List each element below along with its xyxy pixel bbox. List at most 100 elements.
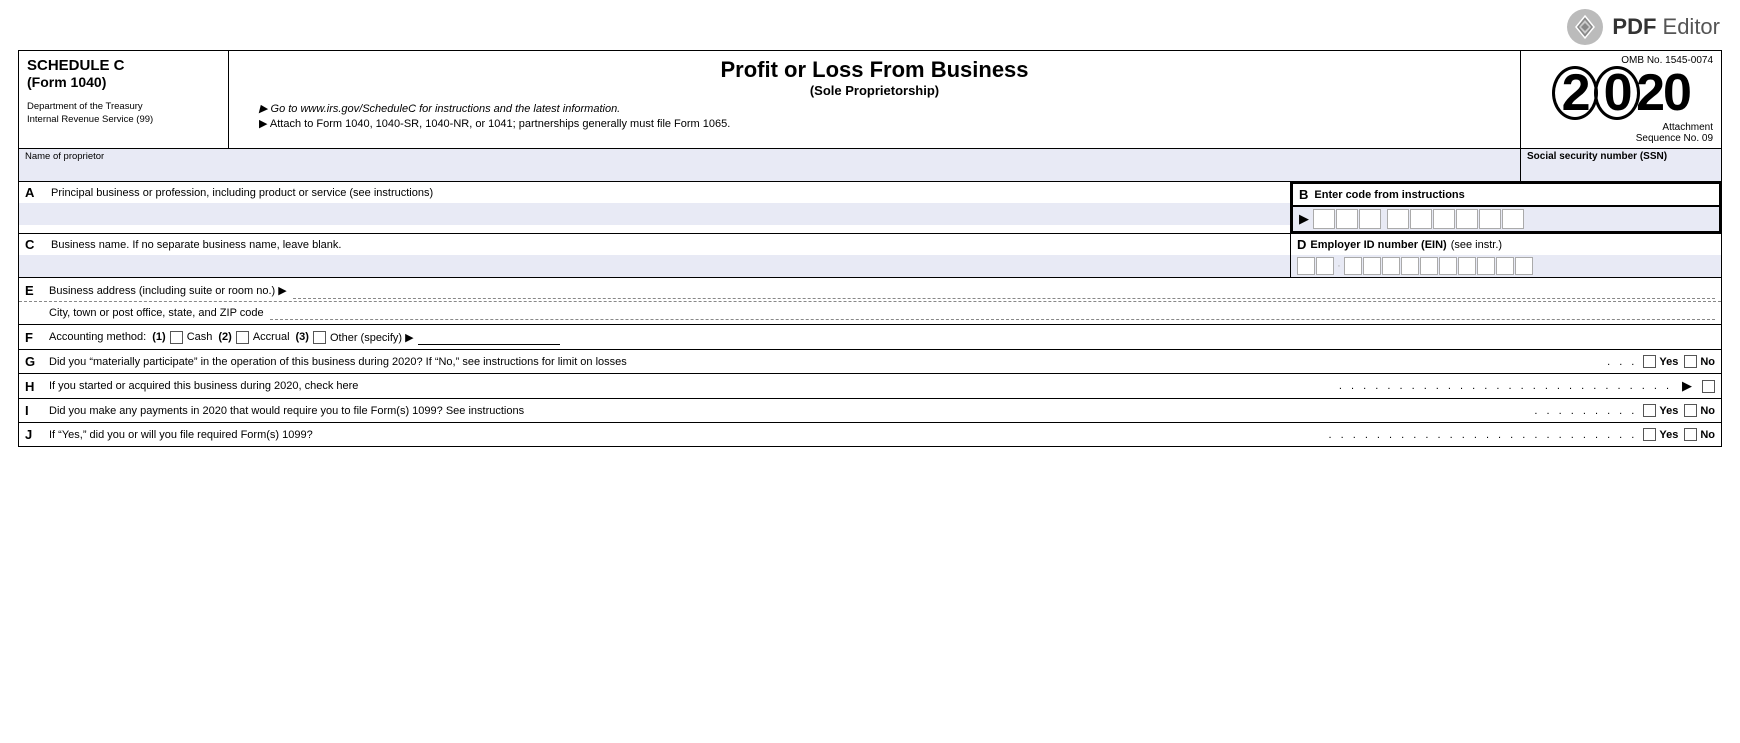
- field-h-letter: H: [25, 379, 43, 394]
- g-yes-checkbox[interactable]: [1643, 355, 1656, 368]
- method1-item: (1) Cash: [152, 331, 212, 344]
- address-text-input[interactable]: [293, 281, 1715, 293]
- row-e-address: E Business address (including suite or r…: [19, 278, 1721, 302]
- j-no-item: No: [1684, 428, 1715, 441]
- code-box-7[interactable]: [1456, 209, 1478, 229]
- row-e: E Business address (including suite or r…: [19, 278, 1721, 325]
- method1-checkbox[interactable]: [170, 331, 183, 344]
- ein-box-10[interactable]: [1477, 257, 1495, 275]
- attachment-text: Attachment Sequence No. 09: [1529, 122, 1713, 144]
- name-field-label: Name of proprietor: [25, 151, 1514, 162]
- field-c-input-area: [19, 255, 1290, 277]
- ein-box-9[interactable]: [1458, 257, 1476, 275]
- field-b-arrow: ▶: [1299, 211, 1309, 227]
- field-c-text-input[interactable]: [25, 257, 1284, 275]
- field-b-letter: B: [1299, 187, 1308, 202]
- method3-num: (3): [296, 331, 309, 343]
- method3-checkbox[interactable]: [313, 331, 326, 344]
- j-yes-item: Yes: [1643, 428, 1678, 441]
- h-arrow: ▶: [1682, 378, 1692, 394]
- ssn-input[interactable]: [1527, 164, 1715, 176]
- other-text-input[interactable]: [418, 329, 560, 341]
- code-box-6[interactable]: [1433, 209, 1455, 229]
- field-f-label: Accounting method:: [49, 331, 146, 343]
- ein-box-4[interactable]: [1363, 257, 1381, 275]
- g-no-checkbox[interactable]: [1684, 355, 1697, 368]
- form-number: (Form 1040): [27, 74, 220, 90]
- ssn-field-label: Social security number (SSN): [1527, 151, 1715, 162]
- i-yes-checkbox[interactable]: [1643, 404, 1656, 417]
- ein-box-5[interactable]: [1382, 257, 1400, 275]
- ein-box-11[interactable]: [1496, 257, 1514, 275]
- ein-box-3[interactable]: [1344, 257, 1362, 275]
- code-box-2[interactable]: [1336, 209, 1358, 229]
- method3-label: Other (specify) ▶: [330, 331, 414, 344]
- field-c-label-row: C Business name. If no separate business…: [19, 234, 1290, 255]
- field-d-boxes-row: ·: [1291, 255, 1721, 277]
- g-no-item: No: [1684, 355, 1715, 368]
- i-no-item: No: [1684, 404, 1715, 417]
- code-box-8[interactable]: [1479, 209, 1501, 229]
- code-box-1[interactable]: [1313, 209, 1335, 229]
- field-d-label: Employer ID number (EIN): [1310, 239, 1446, 251]
- row-i: I Did you make any payments in 2020 that…: [19, 399, 1721, 423]
- h-dots: . . . . . . . . . . . . . . . . . . . . …: [1339, 380, 1672, 392]
- pdf-editor-bar: PDF Editor: [0, 0, 1740, 50]
- method2-checkbox[interactable]: [236, 331, 249, 344]
- code-box-4[interactable]: [1387, 209, 1409, 229]
- name-input[interactable]: [25, 164, 1514, 176]
- g-yes-item: Yes: [1643, 355, 1678, 368]
- row-h: H If you started or acquired this busine…: [19, 374, 1721, 399]
- pdf-editor-logo: PDF Editor: [1566, 8, 1720, 46]
- ein-box-6[interactable]: [1401, 257, 1419, 275]
- field-a-input-area: [19, 203, 1290, 225]
- code-box-5[interactable]: [1410, 209, 1432, 229]
- row-j: J If “Yes,” did you or will you file req…: [19, 423, 1721, 446]
- ein-box-12[interactable]: [1515, 257, 1533, 275]
- row-g: G Did you “materially participate” in th…: [19, 350, 1721, 374]
- ein-box-7[interactable]: [1420, 257, 1438, 275]
- i-yes-no: Yes No: [1643, 404, 1715, 417]
- field-d-instr: (see instr.): [1451, 239, 1502, 251]
- i-yes-label: Yes: [1659, 405, 1678, 417]
- name-ssn-row: Name of proprietor Social security numbe…: [19, 149, 1721, 182]
- h-checkbox[interactable]: [1702, 380, 1715, 393]
- field-c-letter: C: [25, 237, 43, 252]
- code-box-9[interactable]: [1502, 209, 1524, 229]
- page: PDF Editor SCHEDULE C (Form 1040) Depart…: [0, 0, 1740, 743]
- j-no-checkbox[interactable]: [1684, 428, 1697, 441]
- city-text-input[interactable]: [270, 307, 1715, 320]
- header-right: OMB No. 1545-0074 2020 Attachment Sequen…: [1521, 51, 1721, 148]
- pdf-logo-icon: [1566, 8, 1604, 46]
- main-title: Profit or Loss From Business: [239, 57, 1510, 83]
- i-no-checkbox[interactable]: [1684, 404, 1697, 417]
- g-dots: . . .: [1607, 356, 1637, 368]
- pdf-label: PDF: [1612, 14, 1656, 39]
- ein-box-1[interactable]: [1297, 257, 1315, 275]
- ein-box-8[interactable]: [1439, 257, 1457, 275]
- field-g-text: Did you “materially participate” in the …: [49, 356, 1601, 368]
- field-c: C Business name. If no separate business…: [19, 234, 1291, 277]
- year-zero-2: 0: [1594, 66, 1640, 120]
- ein-dot-1: ·: [1335, 260, 1343, 272]
- i-dots: . . . . . . . . .: [1534, 405, 1637, 417]
- method2-num: (2): [218, 331, 231, 343]
- code-box-3[interactable]: [1359, 209, 1381, 229]
- field-d-header: D Employer ID number (EIN) (see instr.): [1291, 234, 1721, 255]
- irs: Internal Revenue Service (99): [27, 113, 220, 126]
- field-e-address-input[interactable]: [293, 281, 1715, 299]
- field-d: D Employer ID number (EIN) (see instr.) …: [1291, 234, 1721, 277]
- method2-item: (2) Accrual: [218, 331, 289, 344]
- instructions: ▶ Go to www.irs.gov/ScheduleC for instru…: [239, 102, 1510, 130]
- row-e-city: City, town or post office, state, and ZI…: [19, 302, 1721, 324]
- field-a-label: Principal business or profession, includ…: [51, 187, 433, 199]
- j-yes-checkbox[interactable]: [1643, 428, 1656, 441]
- method3-item: (3) Other (specify) ▶: [296, 329, 560, 345]
- header-center: Profit or Loss From Business (Sole Propr…: [229, 51, 1521, 148]
- field-a-text-input[interactable]: [25, 205, 1284, 223]
- code-boxes: [1313, 209, 1524, 229]
- row-f: F Accounting method: (1) Cash (2) Accrua…: [19, 325, 1721, 350]
- other-specify-input[interactable]: [418, 329, 560, 345]
- row-ab: A Principal business or profession, incl…: [19, 182, 1721, 234]
- ein-box-2[interactable]: [1316, 257, 1334, 275]
